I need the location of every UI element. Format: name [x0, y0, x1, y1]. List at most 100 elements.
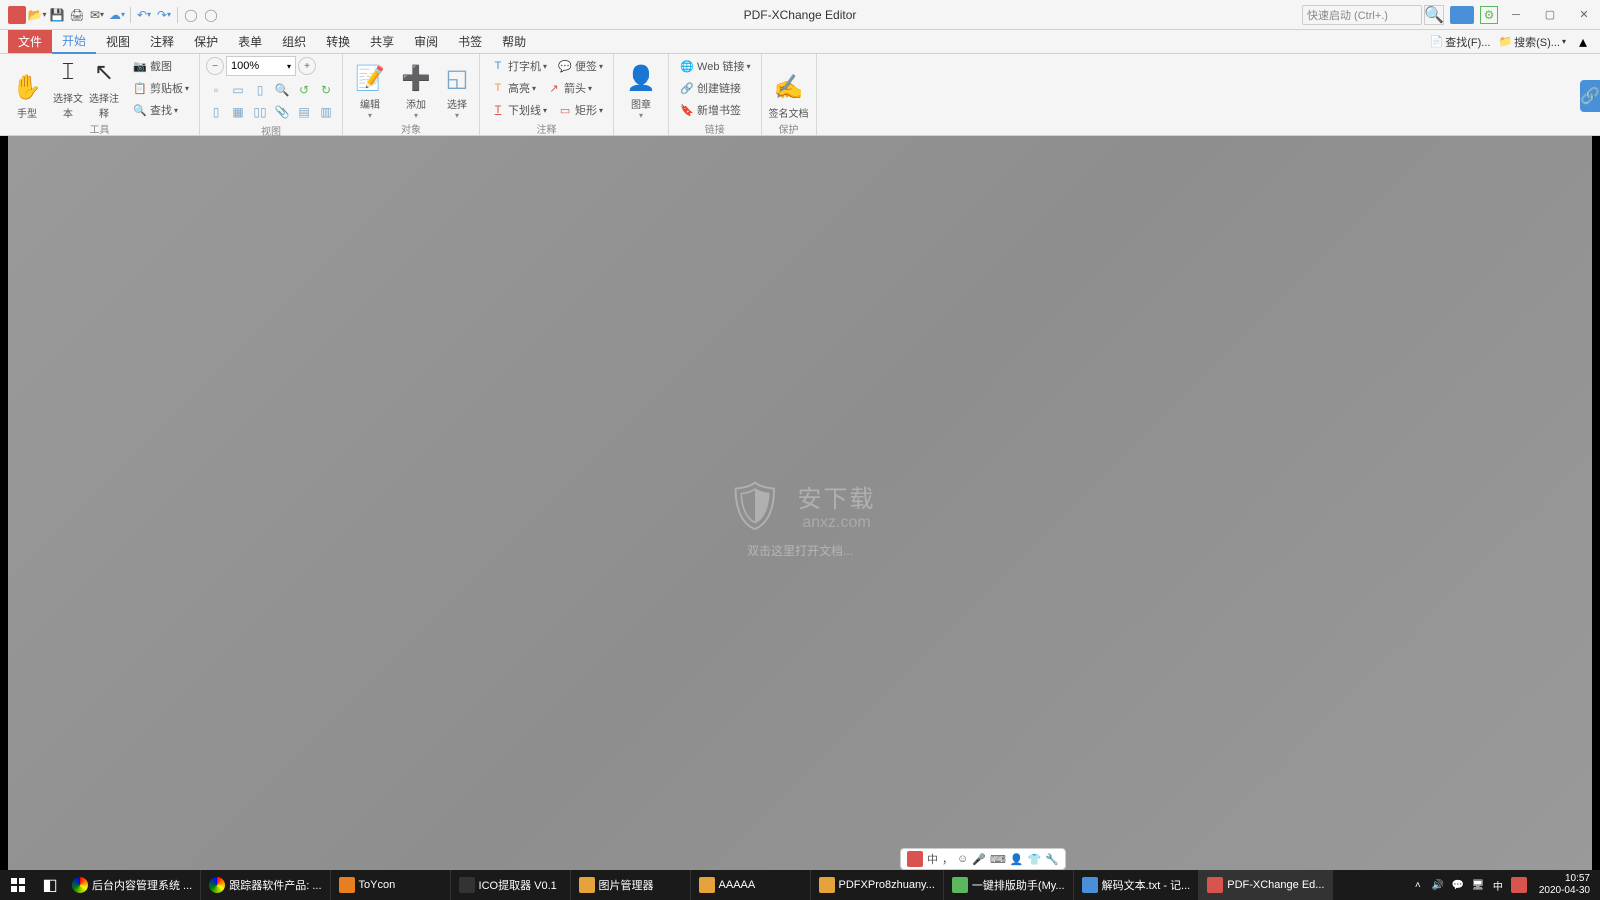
taskbar-item[interactable]: 跟踪器软件产品: ... — [201, 870, 330, 900]
clipboard-button[interactable]: 📋剪贴板▾ — [128, 78, 193, 98]
ime-tool-icon[interactable]: 🔧 — [1045, 853, 1059, 866]
ime-floating-bar[interactable]: 中 ， ☺ 🎤 ⌨ 👤 👕 🔧 — [900, 848, 1066, 870]
redo-icon[interactable]: ↷▾ — [155, 6, 173, 24]
windows-taskbar: ◧ 后台内容管理系统 ... 跟踪器软件产品: ... ToYcon ICO提取… — [0, 870, 1600, 900]
taskbar-item[interactable]: ICO提取器 V0.1 — [451, 870, 571, 900]
close-button[interactable]: ✕ — [1568, 3, 1600, 27]
undo-icon[interactable]: ↶▾ — [135, 6, 153, 24]
zoom-region-icon[interactable]: 🔍 — [272, 80, 292, 100]
rotate-cw-icon[interactable]: ↻ — [316, 80, 336, 100]
cloud-icon[interactable]: ☁▾ — [108, 6, 126, 24]
start-button[interactable] — [0, 870, 36, 900]
menu-convert[interactable]: 转换 — [316, 30, 360, 53]
ime-keyboard-icon[interactable]: ⌨ — [990, 853, 1006, 866]
typewriter-button[interactable]: T打字机▾ — [486, 56, 551, 76]
ime-user-icon[interactable]: 👤 — [1010, 853, 1024, 866]
snapshot-button[interactable]: 📷截图 — [128, 56, 193, 76]
rect-button[interactable]: ▭矩形▾ — [553, 100, 607, 120]
actual-size-icon[interactable]: ▯ — [250, 80, 270, 100]
tray-volume-icon[interactable]: 🔊 — [1431, 878, 1445, 892]
two-page-icon[interactable]: ▯▯ — [250, 102, 270, 122]
ui-options-icon[interactable]: ⚙ — [1480, 6, 1498, 24]
zoom-out-button[interactable]: − — [206, 57, 224, 75]
select-obj-button[interactable]: ◱ 选择 ▾ — [441, 56, 473, 120]
menu-start[interactable]: 开始 — [52, 29, 96, 54]
note-button[interactable]: 💬便签▾ — [553, 56, 607, 76]
tray-up-icon[interactable]: ˄ — [1411, 878, 1425, 892]
forward-icon[interactable]: ◯ — [202, 6, 220, 24]
edit-button[interactable]: 📝 编辑 ▾ — [349, 56, 391, 120]
menu-bar: 文件 开始 视图 注释 保护 表单 组织 转换 共享 审阅 书签 帮助 📄查找(… — [0, 30, 1600, 54]
tray-msg-icon[interactable]: 💬 — [1451, 878, 1465, 892]
sign-button[interactable]: ✍ 签名文档 — [768, 56, 810, 120]
underline-button[interactable]: T下划线▾ — [486, 100, 551, 120]
fit-page-icon[interactable]: ▫ — [206, 80, 226, 100]
taskbar-item[interactable]: 一键排版助手(My... — [944, 870, 1074, 900]
highlight-button[interactable]: T高亮▾ — [486, 78, 540, 98]
back-icon[interactable]: ◯ — [182, 6, 200, 24]
collapse-ribbon-button[interactable]: ▴ — [1574, 33, 1592, 51]
rect-icon: ▭ — [557, 102, 573, 118]
add-bookmark-button[interactable]: 🔖新增书签 — [675, 100, 755, 120]
mail-icon[interactable]: ✉▾ — [88, 6, 106, 24]
menu-protect[interactable]: 保护 — [184, 30, 228, 53]
ui-lang-button[interactable] — [1450, 6, 1474, 24]
arrow-button[interactable]: ↗箭头▾ — [542, 78, 596, 98]
taskbar-item[interactable]: 图片管理器 — [571, 870, 691, 900]
taskbar-clock[interactable]: 10:57 2020-04-30 — [1533, 873, 1596, 897]
find-link[interactable]: 📄查找(F)... — [1430, 34, 1491, 50]
print-icon[interactable]: 🖨 — [68, 6, 86, 24]
minimize-button[interactable]: ─ — [1500, 3, 1532, 27]
zoom-value-input[interactable]: 100%▾ — [226, 56, 296, 76]
side-panel-toggle[interactable]: 🔗 — [1580, 80, 1600, 112]
save-icon[interactable]: 💾 — [48, 6, 66, 24]
ime-skin-icon[interactable]: 👕 — [1028, 853, 1042, 866]
menu-review[interactable]: 审阅 — [404, 30, 448, 53]
ribbon-group-view: − 100%▾ + ▫ ▭ ▯ 🔍 ↺ ↻ ▯ ▦ ▯▯ 📎 — [200, 54, 343, 135]
select-text-button[interactable]: 𝙸 选择文本 — [52, 56, 84, 120]
search-link[interactable]: 📁搜索(S)...▾ — [1498, 34, 1566, 50]
rotate-ccw-icon[interactable]: ↺ — [294, 80, 314, 100]
menu-help[interactable]: 帮助 — [492, 30, 536, 53]
fit-width-icon[interactable]: ▭ — [228, 80, 248, 100]
quick-launch-input[interactable]: 快速启动 (Ctrl+.) — [1302, 5, 1422, 25]
layout2-icon[interactable]: ▥ — [316, 102, 336, 122]
stamp-icon: 👤 — [625, 62, 657, 94]
taskbar-item[interactable]: 后台内容管理系统 ... — [64, 870, 201, 900]
stamp-button[interactable]: 👤 图章 ▾ — [620, 56, 662, 120]
menu-form[interactable]: 表单 — [228, 30, 272, 53]
web-link-button[interactable]: 🌐Web 链接▾ — [675, 56, 755, 76]
attach-icon[interactable]: 📎 — [272, 102, 292, 122]
taskbar-item[interactable]: PDFXPro8zhuany... — [811, 870, 944, 900]
layout-icon[interactable]: ▤ — [294, 102, 314, 122]
ime-smile-icon[interactable]: ☺ — [957, 853, 968, 865]
find-button[interactable]: 🔍查找▾ — [128, 100, 193, 120]
select-annot-button[interactable]: ↖ 选择注释 — [88, 56, 120, 120]
zoom-in-button[interactable]: + — [298, 57, 316, 75]
taskbar-item[interactable]: PDF-XChange Ed... — [1199, 870, 1333, 900]
menu-share[interactable]: 共享 — [360, 30, 404, 53]
single-page-icon[interactable]: ▯ — [206, 102, 226, 122]
tray-ime-icon[interactable]: 中 — [1491, 878, 1505, 892]
hand-tool-button[interactable]: ✋ 手型 — [6, 56, 48, 120]
taskbar-item[interactable]: AAAAA — [691, 870, 811, 900]
ime-mic-icon[interactable]: 🎤 — [972, 853, 986, 866]
document-canvas[interactable]: 🛡 安下载 anxz.com 双击这里打开文档... — [8, 136, 1592, 900]
taskbar-item[interactable]: 解码文本.txt - 记... — [1074, 870, 1200, 900]
tray-sogou-icon[interactable] — [1511, 877, 1527, 893]
task-view-button[interactable]: ◧ — [36, 870, 64, 900]
taskbar-item[interactable]: ToYcon — [331, 870, 451, 900]
search-button[interactable]: 🔍 — [1424, 5, 1444, 25]
open-icon[interactable]: 📂▾ — [28, 6, 46, 24]
maximize-button[interactable]: ▢ — [1534, 3, 1566, 27]
continuous-icon[interactable]: ▦ — [228, 102, 248, 122]
add-button[interactable]: ➕ 添加 ▾ — [395, 56, 437, 120]
menu-bookmark[interactable]: 书签 — [448, 30, 492, 53]
menu-organize[interactable]: 组织 — [272, 30, 316, 53]
menu-view[interactable]: 视图 — [96, 30, 140, 53]
app-icon — [8, 6, 26, 24]
menu-file[interactable]: 文件 — [8, 30, 52, 53]
menu-comment[interactable]: 注释 — [140, 30, 184, 53]
tray-net-icon[interactable]: 🖥 — [1471, 878, 1485, 892]
create-link-button[interactable]: 🔗创建链接 — [675, 78, 755, 98]
